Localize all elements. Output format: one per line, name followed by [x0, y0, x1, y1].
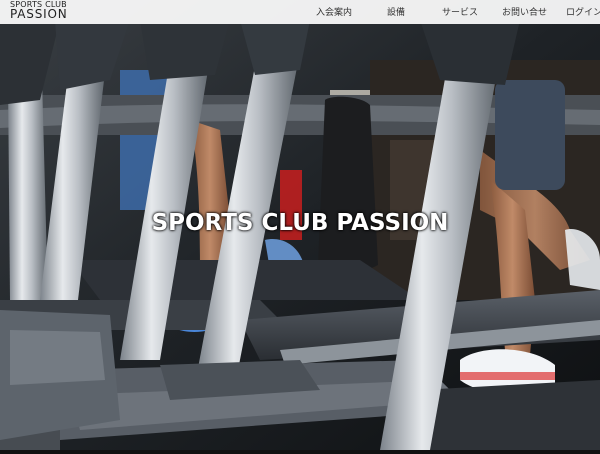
nav-item-membership[interactable]: 入会案内 [316, 5, 352, 18]
site-header: SPORTS CLUB PASSION 入会案内 設備 サービス お問い合せ ロ… [0, 0, 600, 24]
nav-item-services[interactable]: サービス [442, 5, 478, 18]
nav-item-login[interactable]: ログイン [566, 5, 600, 18]
nav-item-contact[interactable]: お問い合せ [502, 5, 547, 18]
hero-title: SPORTS CLUB PASSION [151, 210, 449, 236]
hero-section: SPORTS CLUB PASSION [0, 0, 600, 450]
site-logo[interactable]: SPORTS CLUB PASSION [10, 0, 90, 24]
logo-big-text: PASSION [10, 7, 68, 21]
nav-item-facilities[interactable]: 設備 [387, 5, 405, 18]
